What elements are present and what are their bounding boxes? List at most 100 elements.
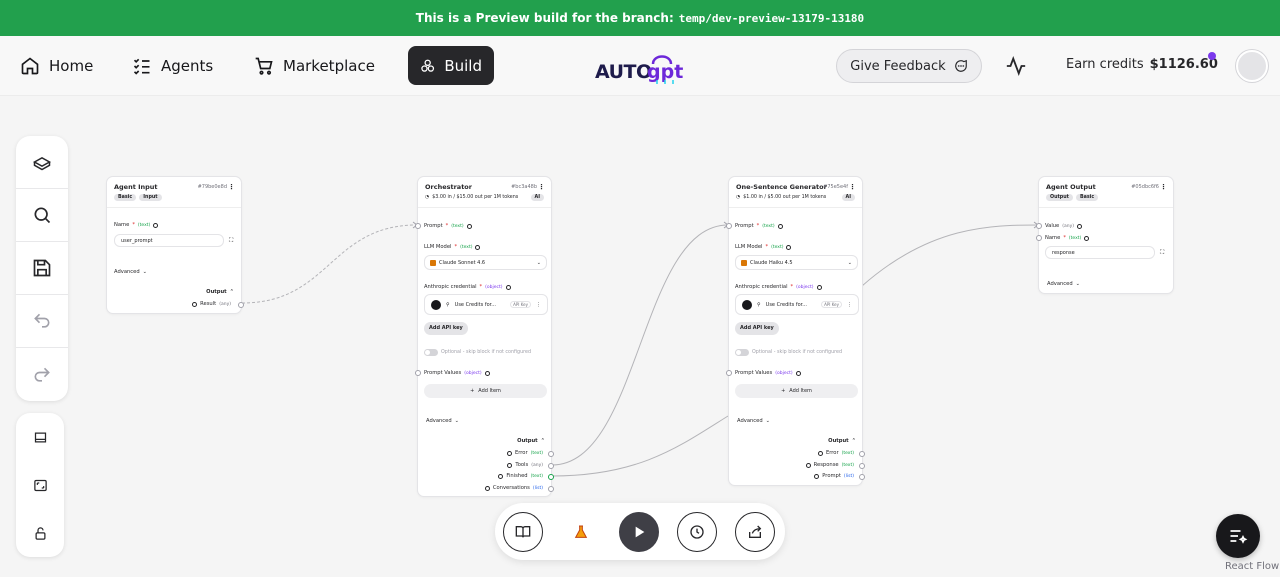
- field-prompt: Prompt * (text): [735, 223, 783, 229]
- bottom-toolbar: [495, 503, 785, 560]
- nav-build[interactable]: Build: [408, 46, 494, 85]
- frame-button[interactable]: [16, 461, 64, 509]
- node-menu-icon[interactable]: ⋮: [228, 183, 235, 191]
- field-prompt-values: Prompt Values (object): [424, 370, 490, 376]
- info-icon: [192, 301, 198, 307]
- optional-toggle-row: Optional - skip block if not configured: [735, 349, 842, 356]
- edge-tools-to-generator: [551, 224, 729, 466]
- info-icon: [805, 462, 811, 468]
- more-icon[interactable]: ⋮: [536, 302, 541, 308]
- svg-text:AUTO: AUTO: [595, 61, 652, 83]
- nav-home[interactable]: Home: [8, 46, 105, 85]
- coin-icon: ◔: [736, 195, 741, 200]
- optional-toggle[interactable]: [424, 349, 438, 356]
- react-flow-attribution[interactable]: React Flow: [1225, 561, 1279, 572]
- node-orchestrator[interactable]: Orchestrator ◔ $3.00 in / $15.00 out per …: [415, 176, 554, 497]
- node-menu-icon[interactable]: ⋮: [849, 183, 856, 191]
- advanced-toggle[interactable]: Advanced ⌄: [737, 418, 770, 424]
- handle-result[interactable]: [238, 302, 244, 308]
- info-icon: [484, 485, 490, 491]
- node-header: One-Sentence Generator ◔ $1.00 in / $5.00…: [729, 177, 862, 208]
- handle-conversations[interactable]: [548, 486, 554, 492]
- autogpt-logo[interactable]: AUTO gpt: [593, 46, 685, 90]
- handle-error[interactable]: [548, 451, 554, 457]
- output-toggle[interactable]: Output ⌃: [517, 438, 545, 444]
- handle-finished[interactable]: [548, 474, 554, 480]
- info-icon: [498, 473, 504, 479]
- node-header: Agent Output Output Basic #05dbc6f6 ⋮: [1039, 177, 1173, 208]
- plus-icon: +: [470, 388, 475, 394]
- add-item-button[interactable]: + Add Item: [424, 384, 547, 398]
- info-icon: [786, 244, 792, 250]
- node-one-sentence-generator[interactable]: One-Sentence Generator ◔ $1.00 in / $5.00…: [726, 176, 865, 486]
- cart-icon: [255, 57, 273, 75]
- share-icon: [749, 525, 762, 538]
- search-button[interactable]: [16, 189, 68, 242]
- output-toggle[interactable]: Output ⌃: [828, 438, 856, 444]
- credential-select[interactable]: ⚲ Use Credits for... API Key ⋮: [735, 294, 859, 315]
- llm-model-select[interactable]: Claude Haiku 4.5 ⌄: [735, 255, 858, 270]
- name-input[interactable]: response: [1045, 246, 1155, 259]
- history-button[interactable]: [677, 512, 717, 552]
- handle-prompt[interactable]: [415, 223, 421, 229]
- advanced-toggle[interactable]: Advanced ⌄: [1047, 281, 1080, 287]
- output-error: Error (text): [506, 450, 543, 456]
- nav-marketplace[interactable]: Marketplace: [242, 46, 387, 85]
- add-api-key-button[interactable]: Add API key: [424, 322, 468, 335]
- chip-input: Input: [139, 194, 162, 201]
- handle-tools[interactable]: [548, 463, 554, 469]
- advanced-toggle[interactable]: Advanced ⌄: [426, 418, 459, 424]
- activity-icon[interactable]: [1005, 55, 1027, 81]
- history-icon: [690, 525, 704, 539]
- node-agent-output[interactable]: Agent Output Output Basic #05dbc6f6 ⋮ Va…: [1036, 176, 1174, 294]
- expand-icon[interactable]: ⛶: [229, 237, 233, 245]
- key-icon: ⚲: [446, 301, 450, 308]
- handle-prompt-values[interactable]: [415, 370, 421, 376]
- field-name: Name * (text): [1045, 235, 1090, 241]
- node-menu-icon[interactable]: ⋮: [1160, 183, 1167, 191]
- run-button[interactable]: [619, 512, 659, 552]
- info-icon: [814, 473, 820, 479]
- redo-button[interactable]: [16, 348, 68, 401]
- optional-toggle[interactable]: [735, 349, 749, 356]
- info-icon: [777, 223, 783, 229]
- guide-button[interactable]: [503, 512, 543, 552]
- handle-prompt[interactable]: [726, 223, 732, 229]
- earn-credits[interactable]: Earn credits $1126.60: [1066, 57, 1218, 72]
- field-credential: Anthropic credential * (object): [735, 284, 822, 290]
- name-input[interactable]: user_prompt: [114, 234, 224, 247]
- output-toggle[interactable]: Output ⌃: [206, 289, 234, 295]
- blocks-button[interactable]: [16, 136, 68, 189]
- give-feedback-button[interactable]: Give Feedback: [836, 49, 982, 83]
- test-button[interactable]: [561, 512, 601, 552]
- avatar[interactable]: [1236, 50, 1268, 82]
- chip-basic: Basic: [1075, 194, 1099, 201]
- save-button[interactable]: [16, 242, 68, 295]
- handle-name[interactable]: [1036, 235, 1042, 241]
- handle-error[interactable]: [859, 451, 865, 457]
- optional-toggle-row: Optional - skip block if not configured: [424, 349, 531, 356]
- share-button[interactable]: [735, 512, 775, 552]
- handle-response[interactable]: [859, 463, 865, 469]
- more-icon[interactable]: ⋮: [847, 302, 852, 308]
- ai-assistant-button[interactable]: [1216, 514, 1260, 558]
- llm-model-select[interactable]: Claude Sonnet 4.6 ⌄: [424, 255, 547, 270]
- handle-prompt-out[interactable]: [859, 474, 865, 480]
- add-api-key-button[interactable]: Add API key: [735, 322, 779, 335]
- info-icon: [505, 284, 511, 290]
- view-controls: [16, 413, 64, 557]
- handle-prompt-values[interactable]: [726, 370, 732, 376]
- advanced-toggle[interactable]: Advanced ⌄: [114, 269, 147, 275]
- node-menu-icon[interactable]: ⋮: [538, 183, 545, 191]
- handle-value[interactable]: [1036, 223, 1042, 229]
- add-item-button[interactable]: + Add Item: [735, 384, 858, 398]
- node-header: Agent Input Basic Input #79be0e8d ⋮: [107, 177, 241, 208]
- undo-button[interactable]: [16, 295, 68, 348]
- node-id: #05dbc6f6: [1131, 184, 1159, 190]
- expand-icon[interactable]: ⛶: [1160, 249, 1164, 257]
- fit-view-button[interactable]: [16, 413, 64, 461]
- nav-agents[interactable]: Agents: [120, 46, 225, 85]
- credential-select[interactable]: ⚲ Use Credits for... API Key ⋮: [424, 294, 548, 315]
- lock-button[interactable]: [16, 509, 64, 557]
- node-agent-input[interactable]: Agent Input Basic Input #79be0e8d ⋮ Name…: [106, 176, 244, 314]
